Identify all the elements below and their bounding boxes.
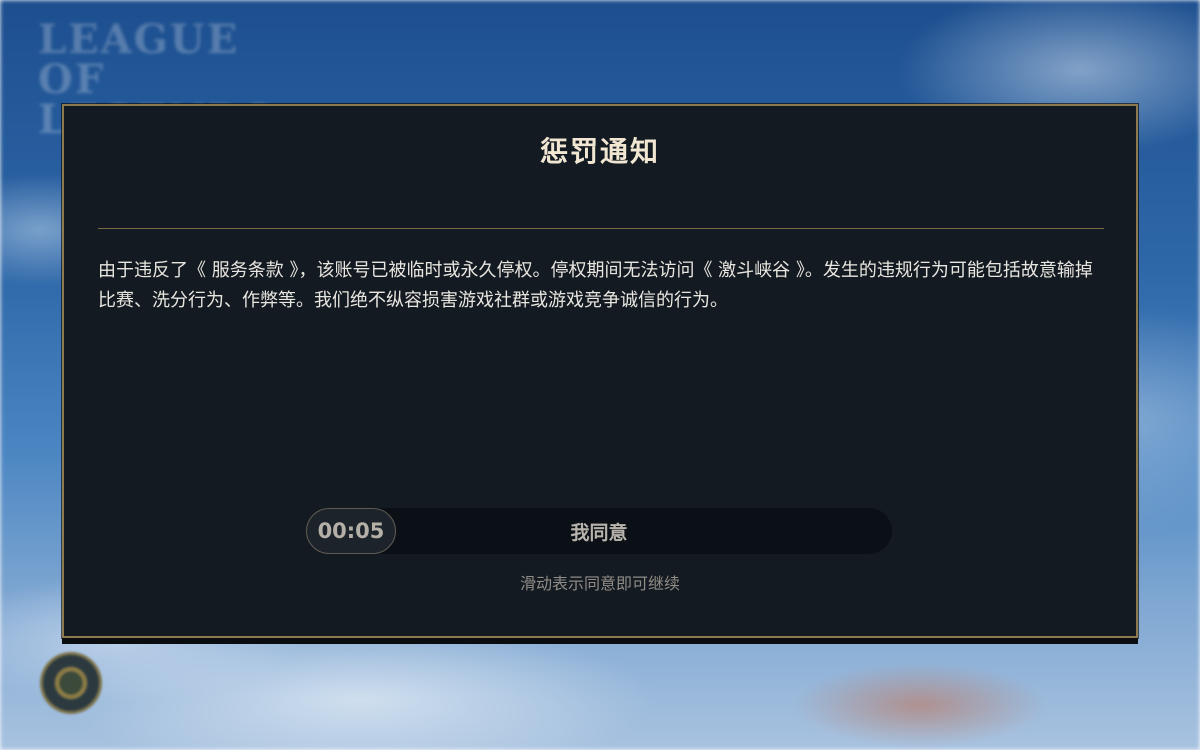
slider-hint-text: 滑动表示同意即可继续 <box>519 574 680 593</box>
dialog-message: 由于违反了《 服务条款 》，该账号已被临时或永久停权。停权期间无法访问《 激斗峡… <box>98 260 1093 311</box>
title-divider <box>98 228 1104 229</box>
game-logo: LEAGUE OF LEGENDS <box>38 20 288 140</box>
dialog-title: 惩罚通知 <box>539 135 660 168</box>
agree-slider-label: 我同意 <box>570 521 628 544</box>
penalty-notice-dialog: 惩罚通知 由于违反了《 服务条款 》，该账号已被临时或永久停权。停权期间无法访问… <box>62 104 1138 638</box>
ranked-emblem-icon <box>40 652 102 714</box>
agree-slider[interactable]: 00:05 我同意 <box>306 508 892 554</box>
slider-handle-timer[interactable]: 00:05 <box>306 508 396 554</box>
